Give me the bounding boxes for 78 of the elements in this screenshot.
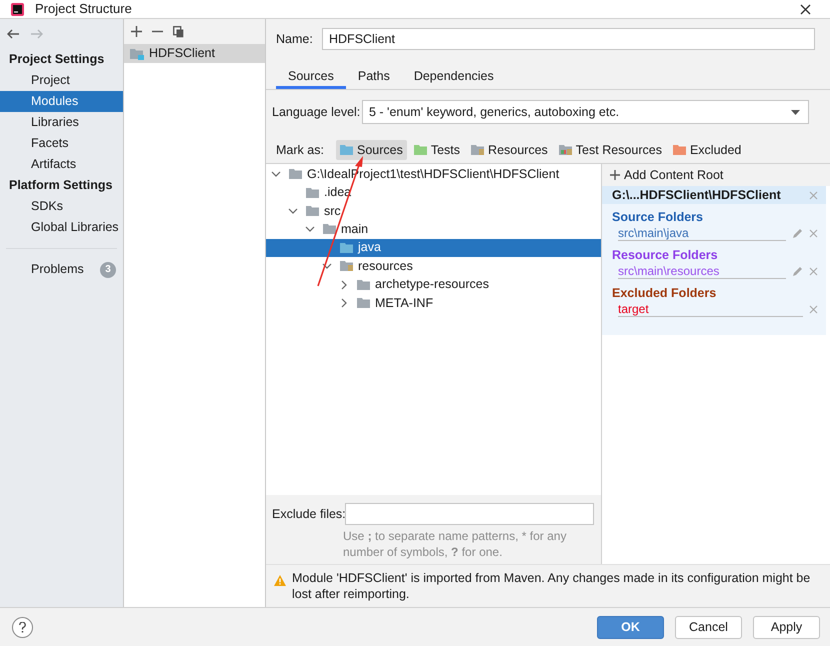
sidebar-item[interactable]: Libraries	[0, 112, 123, 133]
back-arrow-icon[interactable]	[7, 29, 20, 39]
sidebar-item[interactable]: Global Libraries	[0, 217, 123, 238]
tree-row[interactable]: META-INF	[266, 294, 601, 312]
question-mark-icon	[19, 622, 26, 632]
close-button[interactable]	[798, 2, 812, 16]
tab[interactable]: Dependencies	[402, 67, 506, 89]
mark-as-label: Mark as:	[276, 142, 325, 159]
folder-group-heading: Excluded Folders	[611, 285, 718, 301]
section-heading: Project Settings	[8, 51, 106, 68]
folder-icon	[672, 144, 687, 156]
help-button[interactable]	[12, 616, 33, 638]
exclude-files-label: Exclude files:	[272, 506, 345, 523]
tree-row[interactable]: main	[266, 220, 601, 239]
tree-row[interactable]: resources	[266, 256, 601, 276]
folder-group-heading: Source Folders	[611, 209, 704, 225]
mark-as-button[interactable]: Tests	[410, 140, 464, 160]
mark-as-button[interactable]: Test Resources	[554, 140, 666, 160]
folder-path: target	[618, 302, 649, 316]
tree-row[interactable]: src	[266, 202, 601, 220]
sidebar-item[interactable]: Project	[0, 70, 123, 91]
exclude-files-hint: Use ; to separate name patterns, * for any number of symbols, ? for one.	[343, 528, 568, 560]
app-logo-icon	[11, 2, 24, 16]
folder-icon	[471, 144, 486, 156]
tree-row[interactable]: java	[266, 238, 601, 257]
folder-icon	[323, 223, 337, 236]
folder-icon	[357, 296, 371, 309]
chevron-right-icon[interactable]	[339, 280, 349, 290]
name-field[interactable]: HDFSClient	[322, 28, 815, 50]
folder-icon	[289, 168, 303, 180]
folder-path: src\main\java	[618, 226, 689, 240]
chevron-down-icon[interactable]	[322, 261, 332, 272]
folder-icon	[340, 260, 354, 272]
problems-item[interactable]: Problems	[31, 260, 84, 279]
folder-group-heading: Resource Folders	[611, 247, 719, 263]
problems-count-badge: 3	[100, 262, 116, 278]
folder-icon	[414, 144, 428, 156]
folder-path: src\main\resources	[618, 264, 720, 278]
sidebar-item[interactable]: Facets	[0, 133, 123, 154]
sidebar-item[interactable]: SDKs	[0, 196, 123, 217]
exclude-files-field[interactable]	[345, 503, 594, 525]
section-heading: Platform Settings	[8, 177, 114, 194]
language-level-label: Language level:	[272, 104, 362, 121]
content-root-path: G:\...HDFSClient\HDFSClient	[612, 186, 781, 204]
language-level-dropdown[interactable]: 5 - 'enum' keyword, generics, autoboxing etc.	[362, 100, 809, 124]
add-content-root-button[interactable]: Add Content Root	[602, 164, 830, 186]
folder-icon	[340, 242, 354, 254]
folder-icon	[340, 144, 354, 156]
add-icon[interactable]	[131, 26, 142, 37]
chevron-down-icon[interactable]	[271, 169, 281, 180]
warning-message: Module 'HDFSClient' is imported from Maven. Any changes made in its configuration might be lost after reimporting.	[292, 570, 812, 602]
dialog-button[interactable]: Cancel	[675, 616, 742, 638]
close-icon	[800, 4, 810, 14]
ok-button[interactable]: OK	[597, 616, 664, 638]
add-icon	[610, 170, 620, 180]
warning-icon	[274, 575, 286, 586]
folder-icon	[306, 204, 320, 217]
window-title: Project Structure	[35, 0, 132, 18]
folder-icon	[357, 278, 371, 291]
sidebar-item[interactable]: Modules	[0, 91, 123, 112]
tab[interactable]: Sources	[276, 67, 346, 89]
copy-icon[interactable]	[173, 26, 184, 38]
dropdown-caret-icon	[791, 110, 800, 114]
tree-row[interactable]: archetype-resources	[266, 275, 601, 294]
mark-as-button[interactable]: Resources	[467, 140, 552, 160]
chevron-right-icon[interactable]	[339, 298, 349, 308]
dialog-button[interactable]: Apply	[753, 616, 820, 638]
name-label: Name:	[276, 30, 314, 48]
sidebar-item[interactable]: Artifacts	[0, 154, 123, 175]
module-item[interactable]: HDFSClient	[124, 44, 265, 63]
chevron-down-icon[interactable]	[288, 206, 298, 216]
chevron-down-icon[interactable]	[305, 224, 315, 234]
tab[interactable]: Paths	[346, 67, 402, 89]
folder-icon	[558, 144, 573, 156]
mark-as-button[interactable]: Sources	[336, 140, 407, 160]
mark-as-button[interactable]: Excluded	[668, 140, 746, 160]
folder-icon	[306, 186, 320, 199]
module-folder-icon	[130, 48, 144, 60]
